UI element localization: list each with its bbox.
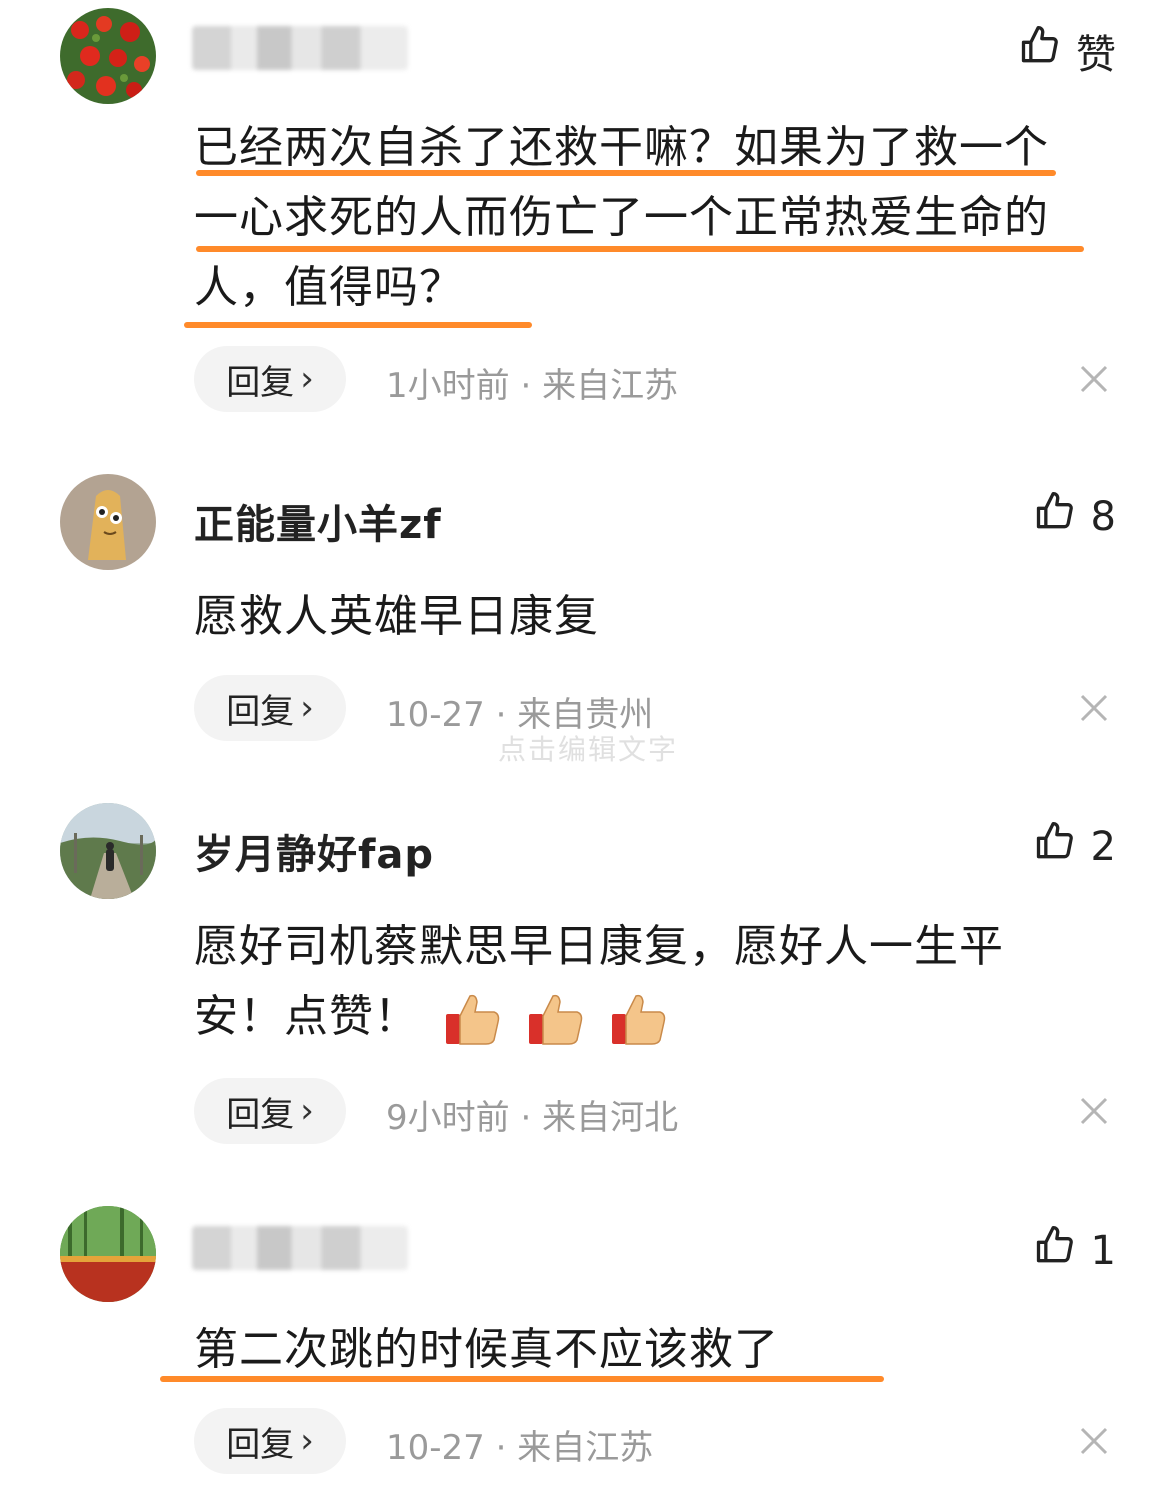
avatar[interactable] — [60, 474, 156, 570]
thumbs-up-emoji — [527, 990, 585, 1048]
like-button[interactable]: 赞 — [1018, 22, 1116, 80]
like-button[interactable]: 8 — [1033, 490, 1116, 544]
text-line-with-emoji: 安！点赞！ — [194, 982, 1114, 1052]
like-button[interactable]: 1 — [1033, 1224, 1116, 1278]
comment-meta: 9小时前 · 来自河北 — [386, 1090, 678, 1139]
username-obscured[interactable] — [192, 1226, 408, 1270]
like-label: 赞 — [1076, 32, 1116, 78]
reply-label: 回复 — [226, 1424, 295, 1465]
thumbs-up-icon — [1033, 820, 1077, 874]
text-line: 人，值得吗？ — [194, 262, 464, 313]
comment-text: 已经两次自杀了还救干嘛？如果为了救一个 一心求死的人而伤亡了一个正常热爱生命的 … — [194, 113, 1114, 323]
thumbs-up-emoji — [610, 990, 668, 1048]
highlight-underline — [196, 246, 1084, 252]
thumbs-up-emoji — [444, 990, 502, 1048]
timestamp: 1小时前 — [386, 366, 510, 406]
reply-label: 回复 — [226, 362, 295, 403]
reply-label: 回复 — [226, 691, 295, 732]
like-button[interactable]: 2 — [1033, 820, 1116, 874]
close-icon[interactable] — [1078, 692, 1110, 724]
avatar[interactable] — [60, 8, 156, 104]
reply-button[interactable]: 回复 › — [194, 1078, 346, 1144]
text-line: 愿好司机蔡默思早日康复，愿好人一生平 — [194, 921, 1004, 972]
reply-button[interactable]: 回复 › — [194, 675, 346, 741]
avatar[interactable] — [60, 803, 156, 899]
avatar[interactable] — [60, 1206, 156, 1302]
text-line: 第二次跳的时候真不应该救了 — [194, 1324, 779, 1375]
location: 来自河北 — [542, 1098, 679, 1138]
thumbs-up-icon — [1018, 24, 1062, 78]
chevron-right-icon: › — [300, 1421, 314, 1461]
location: 来自江苏 — [517, 1428, 654, 1468]
reply-label: 回复 — [226, 1094, 295, 1135]
comment-text: 愿救人英雄早日康复 — [194, 582, 1114, 652]
text-line: 愿救人英雄早日康复 — [194, 591, 599, 642]
text-line: 安！点赞！ — [194, 991, 419, 1042]
chevron-right-icon: › — [300, 688, 314, 728]
thumbs-up-icon — [1033, 1224, 1077, 1278]
username[interactable]: 岁月静好fap — [194, 822, 434, 880]
comment-text: 愿好司机蔡默思早日康复，愿好人一生平 安！点赞！ — [194, 912, 1114, 1052]
like-count: 1 — [1090, 1228, 1116, 1274]
chevron-right-icon: › — [300, 1091, 314, 1131]
username[interactable]: 正能量小羊zf — [194, 492, 442, 550]
highlight-underline — [184, 322, 532, 328]
chevron-right-icon: › — [300, 359, 314, 399]
text-line: 一心求死的人而伤亡了一个正常热爱生命的 — [194, 192, 1049, 243]
comment-meta: 1小时前 · 来自江苏 — [386, 358, 678, 407]
username-obscured[interactable] — [192, 26, 408, 70]
close-icon[interactable] — [1078, 1425, 1110, 1457]
watermark-text: 点击编辑文字 — [498, 733, 679, 766]
highlight-underline — [160, 1376, 884, 1382]
comment-text: 第二次跳的时候真不应该救了 — [194, 1315, 1114, 1385]
comment-meta: 10-27 · 来自江苏 — [386, 1420, 653, 1469]
timestamp: 9小时前 — [386, 1098, 510, 1138]
like-count: 2 — [1090, 824, 1116, 870]
reply-button[interactable]: 回复 › — [194, 346, 346, 412]
close-icon[interactable] — [1078, 1095, 1110, 1127]
location: 来自江苏 — [542, 366, 679, 406]
timestamp: 10-27 — [386, 695, 485, 735]
like-count: 8 — [1090, 494, 1116, 540]
separator: · — [509, 1098, 543, 1138]
highlight-underline — [196, 170, 1056, 176]
close-icon[interactable] — [1078, 363, 1110, 395]
reply-button[interactable]: 回复 › — [194, 1408, 346, 1474]
timestamp: 10-27 — [386, 1428, 485, 1468]
separator: · — [484, 1428, 518, 1468]
thumbs-up-icon — [1033, 490, 1077, 544]
separator: · — [509, 366, 543, 406]
